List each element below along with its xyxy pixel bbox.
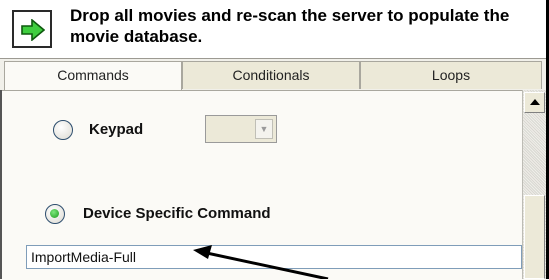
radio-selected-dot [50, 209, 59, 218]
tab-loops[interactable]: Loops [360, 61, 542, 89]
green-right-arrow-icon [12, 10, 52, 48]
dialog-frame: Drop all movies and re-scan the server t… [0, 0, 549, 280]
device-specific-command-radio[interactable] [45, 204, 65, 224]
chevron-down-icon[interactable]: ▼ [255, 119, 273, 139]
header: Drop all movies and re-scan the server t… [0, 0, 546, 58]
keypad-radio[interactable] [53, 120, 73, 140]
device-specific-command-label: Device Specific Command [83, 205, 271, 222]
scroll-thumb[interactable] [524, 195, 545, 279]
keypad-select[interactable]: ▼ [205, 115, 277, 143]
tab-bar: Commands Conditionals Loops [0, 58, 546, 92]
command-input[interactable] [26, 245, 522, 269]
header-description: Drop all movies and re-scan the server t… [70, 6, 510, 46]
scroll-up-button[interactable] [524, 92, 545, 113]
keypad-label: Keypad [89, 121, 144, 138]
vertical-scrollbar[interactable] [522, 90, 546, 279]
tab-commands[interactable]: Commands [4, 61, 182, 92]
tab-conditionals[interactable]: Conditionals [182, 61, 360, 89]
panel-left-border [0, 90, 2, 279]
